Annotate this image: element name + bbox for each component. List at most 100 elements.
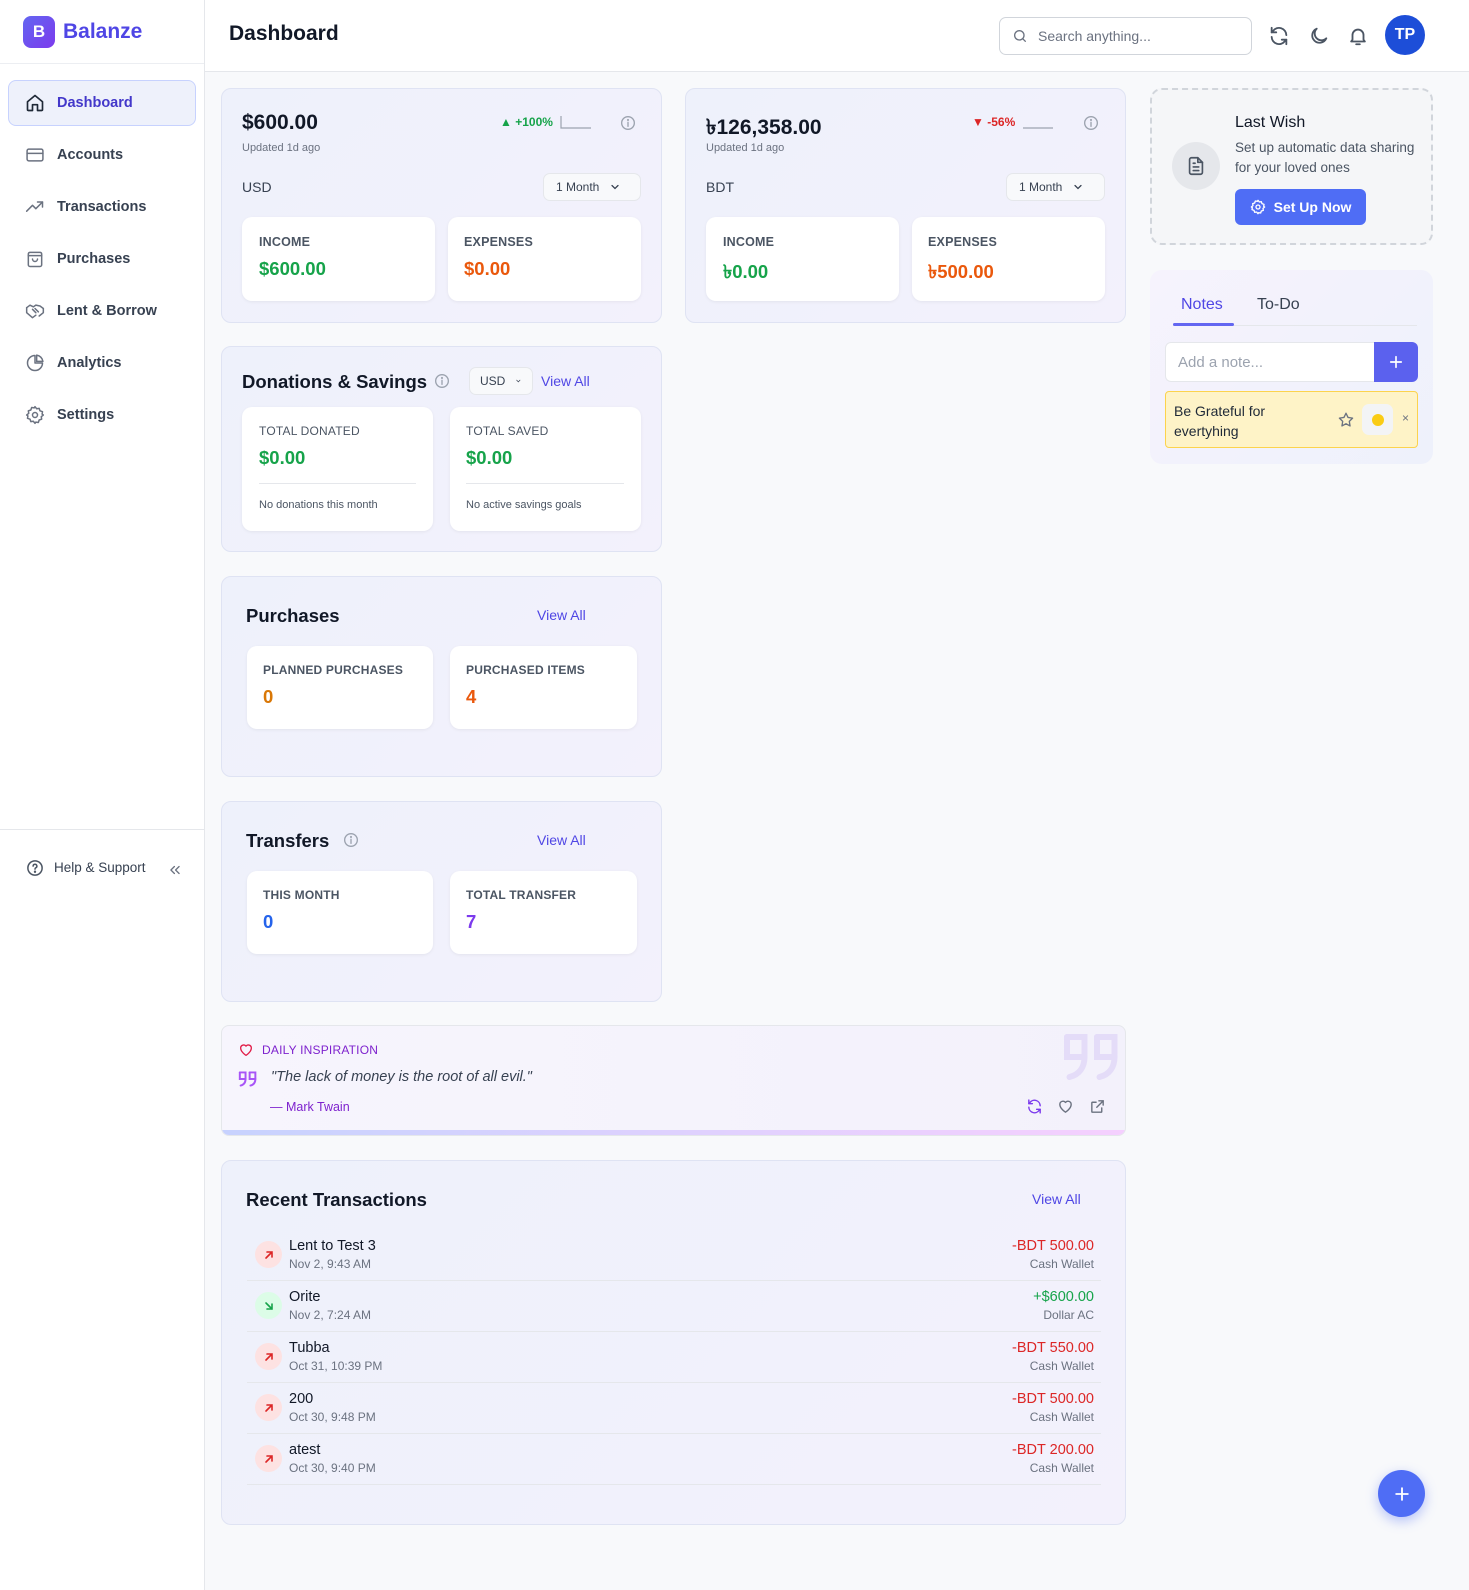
heart-icon[interactable] bbox=[1057, 1098, 1074, 1115]
currency-select-value: USD bbox=[480, 374, 506, 388]
period-select[interactable]: 1 Month bbox=[543, 173, 641, 201]
transaction-name: 200 bbox=[289, 1391, 314, 1407]
sidebar-item-accounts[interactable]: Accounts bbox=[8, 132, 196, 178]
currency-select[interactable]: USD bbox=[469, 367, 533, 395]
arrow-up-right-icon bbox=[264, 1352, 273, 1361]
star-icon[interactable] bbox=[1337, 411, 1355, 429]
chevrons-left-icon[interactable] bbox=[168, 863, 182, 877]
view-all-link[interactable]: View All bbox=[537, 607, 586, 623]
donated-note: No donations this month bbox=[259, 499, 378, 511]
sidebar-item-label: Lent & Borrow bbox=[57, 303, 157, 319]
close-icon[interactable]: × bbox=[1402, 412, 1414, 424]
info-icon[interactable] bbox=[620, 115, 636, 131]
recent-transactions-card: Recent Transactions View All Lent to Tes… bbox=[221, 1160, 1126, 1525]
sidebar-item-purchases[interactable]: Purchases bbox=[8, 236, 196, 282]
purchased-items-label: PURCHASED ITEMS bbox=[466, 663, 586, 677]
planned-purchases-tile: PLANNED PURCHASES 0 bbox=[247, 646, 433, 729]
share-icon[interactable] bbox=[1089, 1098, 1106, 1115]
add-note-button[interactable] bbox=[1374, 342, 1418, 382]
income-tile: INCOME ৳0.00 bbox=[706, 217, 899, 301]
this-month-tile: THIS MONTH 0 bbox=[247, 871, 433, 954]
arrow-up-right-icon bbox=[264, 1250, 273, 1259]
view-all-link[interactable]: View All bbox=[541, 373, 590, 389]
heart-icon bbox=[240, 1044, 252, 1056]
total-transfer-value: 7 bbox=[466, 911, 477, 932]
note-text: Be Grateful for evertyhing bbox=[1174, 403, 1266, 439]
brand[interactable]: B Balanze bbox=[0, 0, 204, 64]
pie-chart-icon bbox=[26, 354, 44, 372]
home-icon bbox=[26, 94, 44, 112]
sidebar-item-label: Analytics bbox=[57, 355, 122, 371]
last-wish-description: Set up automatic data sharing for your l… bbox=[1235, 140, 1415, 175]
income-tile: INCOME $600.00 bbox=[242, 217, 435, 301]
tab-todo[interactable]: To-Do bbox=[1257, 296, 1300, 314]
section-title: Donations & Savings bbox=[242, 371, 428, 392]
period-select[interactable]: 1 Month bbox=[1006, 173, 1105, 201]
page-title: Dashboard bbox=[229, 22, 339, 45]
updated-text: Updated 1d ago bbox=[242, 142, 321, 154]
refresh-icon[interactable] bbox=[1268, 25, 1290, 47]
transaction-row[interactable]: 200 Oct 30, 9:48 PM -BDT 500.00 Cash Wal… bbox=[247, 1383, 1101, 1434]
note-color-button[interactable] bbox=[1362, 404, 1393, 435]
moon-icon[interactable] bbox=[1308, 25, 1330, 47]
transaction-row[interactable]: Orite Nov 2, 7:24 AM +$600.00 Dollar AC bbox=[247, 1281, 1101, 1332]
transaction-account: Cash Wallet bbox=[1029, 1359, 1094, 1373]
sidebar-item-label: Transactions bbox=[57, 199, 147, 215]
view-all-link[interactable]: View All bbox=[537, 832, 586, 848]
info-icon[interactable] bbox=[343, 832, 359, 848]
transaction-date: Oct 31, 10:39 PM bbox=[289, 1359, 383, 1373]
total-saved-label: TOTAL SAVED bbox=[466, 424, 549, 438]
credit-card-icon bbox=[26, 148, 44, 162]
daily-inspiration-card: DAILY INSPIRATION "The lack of money is … bbox=[221, 1025, 1126, 1136]
search-input[interactable] bbox=[1038, 28, 1238, 44]
income-value: $600.00 bbox=[259, 258, 326, 279]
sidebar-item-dashboard[interactable]: Dashboard bbox=[8, 80, 196, 126]
transaction-row[interactable]: atest Oct 30, 9:40 PM -BDT 200.00 Cash W… bbox=[247, 1434, 1101, 1485]
transaction-name: atest bbox=[289, 1442, 321, 1458]
expenses-value: ৳500.00 bbox=[928, 261, 994, 282]
view-all-link[interactable]: View All bbox=[1032, 1191, 1081, 1207]
sparkline bbox=[1023, 127, 1053, 129]
transaction-date: Nov 2, 9:43 AM bbox=[289, 1257, 372, 1271]
transaction-name: Lent to Test 3 bbox=[289, 1238, 376, 1254]
search-box[interactable] bbox=[999, 17, 1252, 55]
tab-notes[interactable]: Notes bbox=[1181, 296, 1223, 314]
info-icon[interactable] bbox=[1083, 115, 1099, 131]
account-card-usd: $600.00 ▲ +100% Updated 1d ago USD 1 Mon… bbox=[221, 88, 662, 323]
transaction-row[interactable]: Tubba Oct 31, 10:39 PM -BDT 550.00 Cash … bbox=[247, 1332, 1101, 1383]
search-icon bbox=[1014, 30, 1026, 42]
transaction-row[interactable]: Lent to Test 3 Nov 2, 9:43 AM -BDT 500.0… bbox=[247, 1230, 1101, 1281]
this-month-label: THIS MONTH bbox=[263, 888, 340, 902]
gear-icon bbox=[1250, 199, 1265, 215]
accent-bar bbox=[222, 1130, 1125, 1135]
help-support-link[interactable]: Help & Support bbox=[0, 829, 204, 905]
note-input[interactable] bbox=[1165, 342, 1374, 382]
help-circle-icon bbox=[27, 859, 43, 876]
sidebar-item-label: Purchases bbox=[57, 251, 131, 267]
sidebar-item-settings[interactable]: Settings bbox=[8, 392, 196, 438]
bell-icon[interactable] bbox=[1347, 25, 1369, 47]
refresh-icon[interactable] bbox=[1026, 1098, 1043, 1115]
set-up-now-button[interactable]: Set Up Now bbox=[1235, 189, 1366, 225]
chevron-down-icon bbox=[611, 184, 619, 190]
transaction-amount: -BDT 550.00 bbox=[1012, 1340, 1094, 1356]
add-floating-button[interactable] bbox=[1378, 1470, 1425, 1517]
quote-author: — Mark Twain bbox=[270, 1100, 350, 1114]
sidebar-item-lent-borrow[interactable]: Lent & Borrow bbox=[8, 288, 196, 334]
avatar[interactable]: TP bbox=[1385, 15, 1425, 55]
expenses-label: EXPENSES bbox=[464, 235, 533, 249]
sidebar-item-transactions[interactable]: Transactions bbox=[8, 184, 196, 230]
transaction-amount: +$600.00 bbox=[1033, 1289, 1094, 1305]
account-balance: $600.00 bbox=[242, 111, 318, 134]
expenses-tile: EXPENSES ৳500.00 bbox=[912, 217, 1105, 301]
note-item[interactable]: Be Grateful for evertyhing × bbox=[1165, 391, 1418, 448]
transaction-account: Cash Wallet bbox=[1029, 1461, 1094, 1475]
currency-code: USD bbox=[242, 179, 272, 195]
arrow-up-right-icon bbox=[264, 1454, 273, 1463]
brand-name: Balanze bbox=[63, 19, 143, 43]
sidebar-item-label: Settings bbox=[57, 407, 115, 423]
sidebar-item-analytics[interactable]: Analytics bbox=[8, 340, 196, 386]
divider bbox=[466, 483, 624, 484]
info-icon[interactable] bbox=[434, 373, 450, 389]
incoming-icon-badge bbox=[255, 1292, 282, 1319]
